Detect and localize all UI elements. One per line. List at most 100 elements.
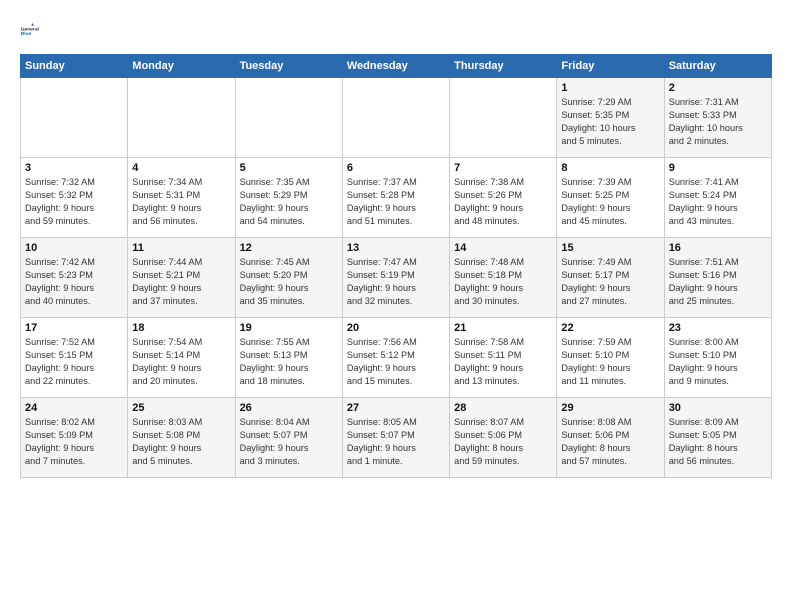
calendar-cell: 3 Sunrise: 7:32 AMSunset: 5:32 PMDaylight…	[21, 158, 128, 238]
day-number: 30	[669, 402, 767, 414]
calendar-cell: 5 Sunrise: 7:35 AMSunset: 5:29 PMDaylight…	[235, 158, 342, 238]
calendar-week-3: 10Sunrise: 7:42 AMSunset: 5:23 PMDayligh…	[21, 238, 772, 318]
day-number: 11	[132, 242, 230, 254]
day-info: Sunrise: 7:48 AMSunset: 5:18 PMDaylight:…	[454, 256, 552, 308]
calendar-cell: 16Sunrise: 7:51 AMSunset: 5:16 PMDayligh…	[664, 238, 771, 318]
day-number: 18	[132, 322, 230, 334]
day-info: Sunrise: 7:42 AMSunset: 5:23 PMDaylight:…	[25, 256, 123, 308]
weekday-header-friday: Friday	[557, 55, 664, 78]
calendar-cell	[342, 78, 449, 158]
day-number: 7	[454, 162, 552, 174]
day-number: 17	[25, 322, 123, 334]
day-number: 19	[240, 322, 338, 334]
day-number: 28	[454, 402, 552, 414]
calendar-cell: 1 Sunrise: 7:29 AMSunset: 5:35 PMDaylight…	[557, 78, 664, 158]
logo: General Blue	[20, 16, 48, 44]
calendar-week-2: 3 Sunrise: 7:32 AMSunset: 5:32 PMDaylight…	[21, 158, 772, 238]
calendar-cell: 2 Sunrise: 7:31 AMSunset: 5:33 PMDaylight…	[664, 78, 771, 158]
day-info: Sunrise: 7:56 AMSunset: 5:12 PMDaylight:…	[347, 336, 445, 388]
day-number: 5	[240, 162, 338, 174]
day-number: 12	[240, 242, 338, 254]
calendar-cell: 11 Sunrise: 7:44 AMSunset: 5:21 PMDayligh…	[128, 238, 235, 318]
calendar-cell: 24 Sunrise: 8:02 AMSunset: 5:09 PMDayligh…	[21, 398, 128, 478]
weekday-header-wednesday: Wednesday	[342, 55, 449, 78]
calendar-cell: 15Sunrise: 7:49 AMSunset: 5:17 PMDayligh…	[557, 238, 664, 318]
day-number: 24	[25, 402, 123, 414]
day-info: Sunrise: 7:54 AMSunset: 5:14 PMDaylight:…	[132, 336, 230, 388]
day-number: 3	[25, 162, 123, 174]
day-number: 2	[669, 82, 767, 94]
day-info: Sunrise: 8:07 AMSunset: 5:06 PMDaylight:…	[454, 416, 552, 468]
weekday-header-sunday: Sunday	[21, 55, 128, 78]
page-header: General Blue	[20, 16, 772, 44]
weekday-header-thursday: Thursday	[450, 55, 557, 78]
weekday-header-monday: Monday	[128, 55, 235, 78]
day-info: Sunrise: 7:31 AMSunset: 5:33 PMDaylight:…	[669, 96, 767, 148]
day-info: Sunrise: 7:39 AMSunset: 5:25 PMDaylight:…	[561, 176, 659, 228]
day-number: 8	[561, 162, 659, 174]
day-number: 1	[561, 82, 659, 94]
calendar-cell: 26 Sunrise: 8:04 AMSunset: 5:07 PMDayligh…	[235, 398, 342, 478]
calendar-cell: 9 Sunrise: 7:41 AMSunset: 5:24 PMDaylight…	[664, 158, 771, 238]
day-number: 26	[240, 402, 338, 414]
day-number: 4	[132, 162, 230, 174]
calendar-cell: 13 Sunrise: 7:47 AMSunset: 5:19 PMDayligh…	[342, 238, 449, 318]
day-number: 6	[347, 162, 445, 174]
calendar-cell: 4 Sunrise: 7:34 AMSunset: 5:31 PMDaylight…	[128, 158, 235, 238]
day-info: Sunrise: 7:32 AMSunset: 5:32 PMDaylight:…	[25, 176, 123, 228]
day-info: Sunrise: 7:35 AMSunset: 5:29 PMDaylight:…	[240, 176, 338, 228]
calendar-week-4: 17Sunrise: 7:52 AMSunset: 5:15 PMDayligh…	[21, 318, 772, 398]
day-info: Sunrise: 7:44 AMSunset: 5:21 PMDaylight:…	[132, 256, 230, 308]
weekday-header-saturday: Saturday	[664, 55, 771, 78]
day-info: Sunrise: 7:34 AMSunset: 5:31 PMDaylight:…	[132, 176, 230, 228]
weekday-header-tuesday: Tuesday	[235, 55, 342, 78]
day-info: Sunrise: 7:38 AMSunset: 5:26 PMDaylight:…	[454, 176, 552, 228]
calendar-cell: 28 Sunrise: 8:07 AMSunset: 5:06 PMDayligh…	[450, 398, 557, 478]
calendar-cell	[21, 78, 128, 158]
calendar-week-5: 24 Sunrise: 8:02 AMSunset: 5:09 PMDayligh…	[21, 398, 772, 478]
day-info: Sunrise: 7:45 AMSunset: 5:20 PMDaylight:…	[240, 256, 338, 308]
day-info: Sunrise: 8:04 AMSunset: 5:07 PMDaylight:…	[240, 416, 338, 468]
calendar-cell: 21 Sunrise: 7:58 AMSunset: 5:11 PMDayligh…	[450, 318, 557, 398]
day-info: Sunrise: 7:29 AMSunset: 5:35 PMDaylight:…	[561, 96, 659, 148]
svg-text:Blue: Blue	[21, 31, 32, 37]
calendar-cell: 12 Sunrise: 7:45 AMSunset: 5:20 PMDayligh…	[235, 238, 342, 318]
day-number: 14	[454, 242, 552, 254]
calendar-cell: 23Sunrise: 8:00 AMSunset: 5:10 PMDayligh…	[664, 318, 771, 398]
day-number: 20	[347, 322, 445, 334]
day-info: Sunrise: 8:02 AMSunset: 5:09 PMDaylight:…	[25, 416, 123, 468]
calendar-week-1: 1 Sunrise: 7:29 AMSunset: 5:35 PMDaylight…	[21, 78, 772, 158]
day-number: 16	[669, 242, 767, 254]
day-number: 13	[347, 242, 445, 254]
day-number: 25	[132, 402, 230, 414]
calendar-table: SundayMondayTuesdayWednesdayThursdayFrid…	[20, 54, 772, 478]
logo-icon: General Blue	[20, 16, 48, 44]
calendar-cell: 8 Sunrise: 7:39 AMSunset: 5:25 PMDaylight…	[557, 158, 664, 238]
calendar-cell: 18 Sunrise: 7:54 AMSunset: 5:14 PMDayligh…	[128, 318, 235, 398]
calendar-cell	[128, 78, 235, 158]
calendar-header-row: SundayMondayTuesdayWednesdayThursdayFrid…	[21, 55, 772, 78]
calendar-cell: 14 Sunrise: 7:48 AMSunset: 5:18 PMDayligh…	[450, 238, 557, 318]
calendar-cell: 20 Sunrise: 7:56 AMSunset: 5:12 PMDayligh…	[342, 318, 449, 398]
day-info: Sunrise: 7:41 AMSunset: 5:24 PMDaylight:…	[669, 176, 767, 228]
day-number: 9	[669, 162, 767, 174]
calendar-cell: 10Sunrise: 7:42 AMSunset: 5:23 PMDayligh…	[21, 238, 128, 318]
day-info: Sunrise: 8:05 AMSunset: 5:07 PMDaylight:…	[347, 416, 445, 468]
calendar-cell: 29Sunrise: 8:08 AMSunset: 5:06 PMDayligh…	[557, 398, 664, 478]
day-info: Sunrise: 7:37 AMSunset: 5:28 PMDaylight:…	[347, 176, 445, 228]
day-info: Sunrise: 8:09 AMSunset: 5:05 PMDaylight:…	[669, 416, 767, 468]
calendar-cell: 17Sunrise: 7:52 AMSunset: 5:15 PMDayligh…	[21, 318, 128, 398]
calendar-cell: 7 Sunrise: 7:38 AMSunset: 5:26 PMDaylight…	[450, 158, 557, 238]
calendar-cell: 27 Sunrise: 8:05 AMSunset: 5:07 PMDayligh…	[342, 398, 449, 478]
calendar-cell: 25 Sunrise: 8:03 AMSunset: 5:08 PMDayligh…	[128, 398, 235, 478]
day-info: Sunrise: 8:08 AMSunset: 5:06 PMDaylight:…	[561, 416, 659, 468]
calendar-cell: 6 Sunrise: 7:37 AMSunset: 5:28 PMDaylight…	[342, 158, 449, 238]
day-info: Sunrise: 8:03 AMSunset: 5:08 PMDaylight:…	[132, 416, 230, 468]
day-number: 27	[347, 402, 445, 414]
day-info: Sunrise: 7:58 AMSunset: 5:11 PMDaylight:…	[454, 336, 552, 388]
day-number: 15	[561, 242, 659, 254]
day-info: Sunrise: 8:00 AMSunset: 5:10 PMDaylight:…	[669, 336, 767, 388]
day-info: Sunrise: 7:47 AMSunset: 5:19 PMDaylight:…	[347, 256, 445, 308]
day-number: 21	[454, 322, 552, 334]
day-info: Sunrise: 7:59 AMSunset: 5:10 PMDaylight:…	[561, 336, 659, 388]
